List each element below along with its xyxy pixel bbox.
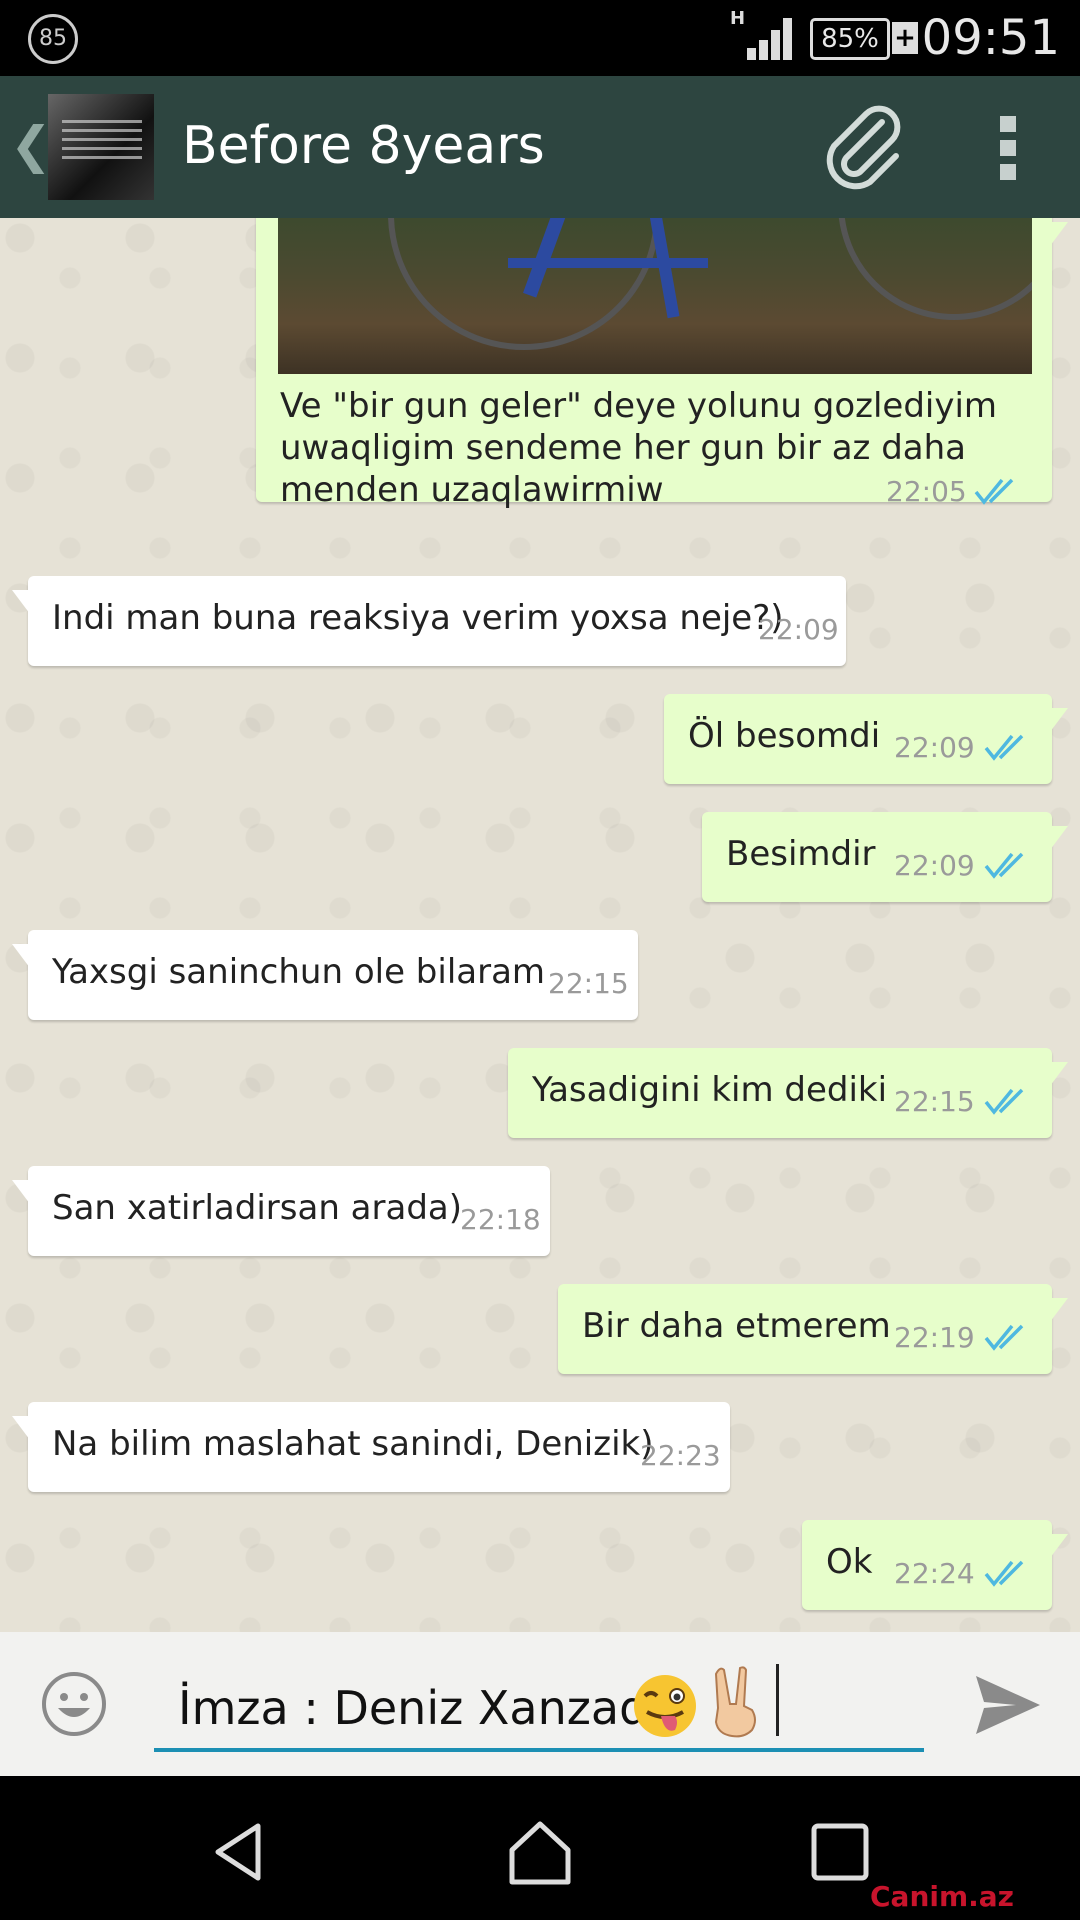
read-receipt-icon [984,852,1024,879]
message-image[interactable] [278,218,1032,374]
message-time: 22:09 [758,613,839,646]
nav-back-icon[interactable] [200,1812,280,1892]
read-receipt-icon [974,478,1014,505]
incoming-message[interactable]: Yaxsgi saninchun ole bilaram 22:15 [12,930,638,1020]
message-time: 22:24 [894,1557,975,1590]
outgoing-message[interactable]: Ok 22:24 [802,1520,1068,1610]
peace-hand-emoji [714,1666,756,1738]
chat-header: ❮ Before 8years [0,76,1080,218]
message-time: 22:05 [886,475,967,508]
read-receipt-icon [984,1324,1024,1351]
nav-home-icon[interactable] [500,1812,580,1892]
outgoing-message[interactable]: Ve "bir gun geler" deye yolunu gozlediyi… [256,218,1068,510]
message-text-line: menden uzaqlawirmiw [280,470,664,510]
read-receipt-icon [984,1560,1024,1587]
outgoing-message[interactable]: Yasadigini kim dediki 22:15 [508,1048,1068,1138]
message-text: Yaxsgi saninchun ole bilaram [52,952,546,992]
message-time: 22:15 [548,967,629,1000]
emoji-smiley-icon[interactable] [40,1670,108,1738]
message-time: 22:23 [640,1439,721,1472]
text-caret [776,1664,779,1736]
back-chevron-icon[interactable]: ❮ [10,120,52,170]
message-text: San xatirladirsan arada) [52,1188,463,1228]
send-icon[interactable] [972,1672,1044,1738]
incoming-message[interactable]: Indi man buna reaksiya verim yoxsa neje?… [12,576,846,666]
message-input-text: İmza : Deniz Xanzade [178,1681,677,1735]
winking-tongue-emoji [634,1675,696,1737]
message-input[interactable]: İmza : Deniz Xanzade [154,1658,924,1752]
message-time: 22:18 [460,1203,541,1236]
attach-paperclip-icon[interactable] [820,104,906,190]
watermark-logo: Canim.az [870,1880,1014,1913]
network-type-label: H [730,8,746,29]
message-text: Ok [826,1542,873,1582]
message-text: Indi man buna reaksiya verim yoxsa neje?… [52,598,784,638]
message-time: 22:19 [894,1321,975,1354]
chat-title[interactable]: Before 8years [182,114,545,178]
outgoing-message[interactable]: Besimdir 22:09 [702,812,1068,902]
compose-bar: İmza : Deniz Xanzade [0,1632,1080,1776]
incoming-message[interactable]: San xatirladirsan arada) 22:18 [12,1166,550,1256]
contact-avatar[interactable] [48,94,154,200]
read-receipt-icon [984,1088,1024,1115]
message-text-line: Ve "bir gun geler" deye yolunu gozlediyi… [280,386,998,426]
message-time: 22:09 [894,849,975,882]
battery-level: 85% [810,18,890,60]
read-receipt-icon [984,734,1024,761]
message-text: Yasadigini kim dediki [532,1070,888,1110]
status-bar: 85 H 85% + 09:51 [0,0,1080,76]
message-text: Öl besomdi [688,716,881,756]
clock: 09:51 [921,10,1060,66]
message-text: Na bilim maslahat sanindi, Denizik) [52,1424,654,1464]
signal-strength-icon [747,18,792,60]
message-text: Bir daha etmerem [582,1306,891,1346]
notification-count-badge: 85 [28,14,78,64]
incoming-message[interactable]: Na bilim maslahat sanindi, Denizik) 22:2… [12,1402,730,1492]
overflow-menu-icon[interactable] [996,116,1020,180]
message-text-line: uwaqligim sendeme her gun bir az daha [280,428,966,468]
message-time: 22:15 [894,1085,975,1118]
charging-icon: + [892,22,918,54]
outgoing-message[interactable]: Bir daha etmerem 22:19 [558,1284,1068,1374]
nav-recents-icon[interactable] [800,1812,880,1892]
outgoing-message[interactable]: Öl besomdi 22:09 [664,694,1068,784]
message-list[interactable]: Ve "bir gun geler" deye yolunu gozlediyi… [0,218,1080,1632]
message-time: 22:09 [894,731,975,764]
message-text: Besimdir [726,834,876,874]
